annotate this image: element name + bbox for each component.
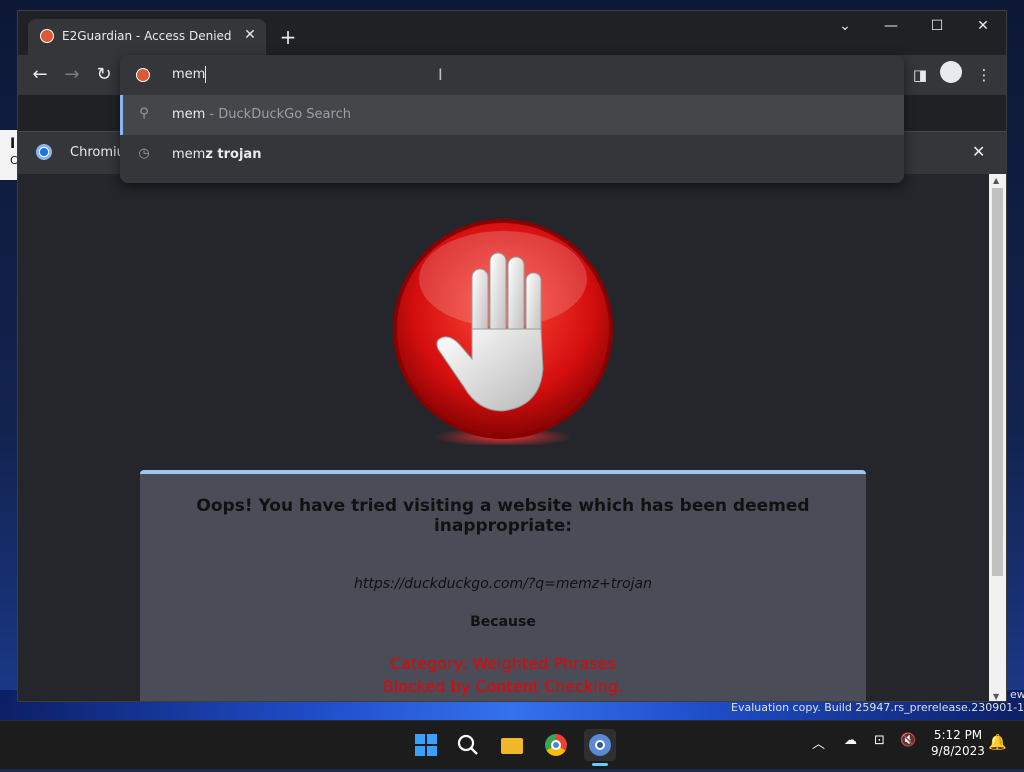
blocked-reason: Category: Weighted Phrases Blocked by Co… [140,652,866,698]
page-content: Oops! You have tried visiting a website … [18,174,989,701]
title-bar: E2Guardian - Access Denied ✕ + ⌄ — ☐ ✕ [18,11,1006,55]
windows-logo-icon [427,746,437,756]
duckduckgo-favicon-icon [40,29,54,43]
notification-bell-icon[interactable]: 🔔 [988,733,1007,751]
address-input-value[interactable]: mem [172,67,205,82]
watermark-edge-text: ew [1010,688,1024,701]
infobar-label: Chromiu [70,145,125,160]
because-label: Because [470,614,536,630]
omnibox-dropdown: mem I ⚲ mem - DuckDuckGo Search ◷ memz t… [120,55,904,183]
stop-hand-icon [393,219,613,445]
maximize-button[interactable]: ☐ [914,11,960,41]
scroll-down-icon[interactable]: ▼ [993,692,999,701]
scrollbar-thumb[interactable] [992,188,1003,576]
blocked-method: Blocked by Content Checking. [382,677,624,696]
taskbar-search-icon[interactable] [452,729,484,761]
text-caret [205,66,206,83]
address-bar[interactable]: mem I [120,55,904,95]
suggestion-typed: mem [172,147,206,162]
search-icon: ⚲ [139,106,149,121]
vertical-scrollbar[interactable]: ▲ ▼ [989,174,1006,701]
suggestion-label: memz trojan [172,147,261,162]
chromium-taskbar-icon[interactable] [584,729,616,761]
suggestion-detail: - DuckDuckGo Search [205,107,351,122]
windows-logo-icon [415,746,425,756]
profile-avatar-icon[interactable] [940,61,962,83]
tab-search-chevron-icon[interactable]: ⌄ [822,11,868,41]
browser-window: E2Guardian - Access Denied ✕ + ⌄ — ☐ ✕ ←… [17,10,1007,702]
suggestion-history[interactable]: ◷ memz trojan [120,135,904,175]
back-button[interactable]: ← [26,61,54,89]
desktop-left-label: I [10,136,16,152]
desktop-left-item[interactable]: I C [0,130,18,180]
mouse-ibeam-cursor-icon: I [438,65,443,84]
cloud-offline-icon[interactable]: ☁ [844,733,857,748]
blocked-url: https://duckduckgo.com/?q=memz+trojan [354,576,652,592]
suggestion-typed: mem [172,107,206,122]
clock-date: 9/8/2023 [931,744,985,758]
file-explorer-icon[interactable] [496,729,528,761]
sound-muted-icon[interactable]: 🔇 [900,733,916,748]
windows-logo-icon [427,734,437,744]
suggestion-completion: z trojan [205,147,262,162]
active-app-indicator [592,763,608,766]
blocked-heading: Oops! You have tried visiting a website … [196,496,810,536]
blocked-category: Category: Weighted Phrases [390,654,616,673]
forward-button[interactable]: → [58,61,86,89]
reload-button[interactable]: ↻ [90,61,118,89]
close-window-button[interactable]: ✕ [960,11,1006,41]
menu-icon[interactable]: ⋮ [970,61,998,89]
suggestion-label: mem - DuckDuckGo Search [172,107,351,122]
start-button[interactable] [410,729,442,761]
show-hidden-icons-chevron-icon[interactable]: ︿ [812,733,825,752]
tab-title: E2Guardian - Access Denied [62,29,232,43]
blocked-message-box: Oops! You have tried visiting a website … [140,470,866,701]
scroll-up-icon[interactable]: ▲ [993,176,999,185]
windows-logo-icon [415,734,425,744]
infobar-close-icon[interactable]: ✕ [972,142,985,161]
tab-close-icon[interactable]: ✕ [240,25,260,45]
network-icon[interactable]: ⊡ [874,733,885,748]
suggestion-search[interactable]: ⚲ mem - DuckDuckGo Search [120,95,904,135]
new-tab-button[interactable]: + [276,25,300,49]
history-icon: ◷ [138,146,150,161]
taskbar: ︿ ☁ ⊡ 🔇 [0,720,1024,769]
evaluation-watermark: Evaluation copy. Build 25947.rs_prerelea… [731,701,1024,714]
chrome-icon[interactable] [540,729,572,761]
clock-time: 5:12 PM [933,728,983,742]
side-panel-icon[interactable]: ◨ [906,61,934,89]
chromium-icon [36,144,52,160]
minimize-button[interactable]: — [868,11,914,41]
duckduckgo-favicon-icon [136,68,150,82]
taskbar-clock[interactable]: 5:12 PM 9/8/2023 [928,727,988,759]
tab-e2guardian[interactable]: E2Guardian - Access Denied ✕ [28,19,266,55]
